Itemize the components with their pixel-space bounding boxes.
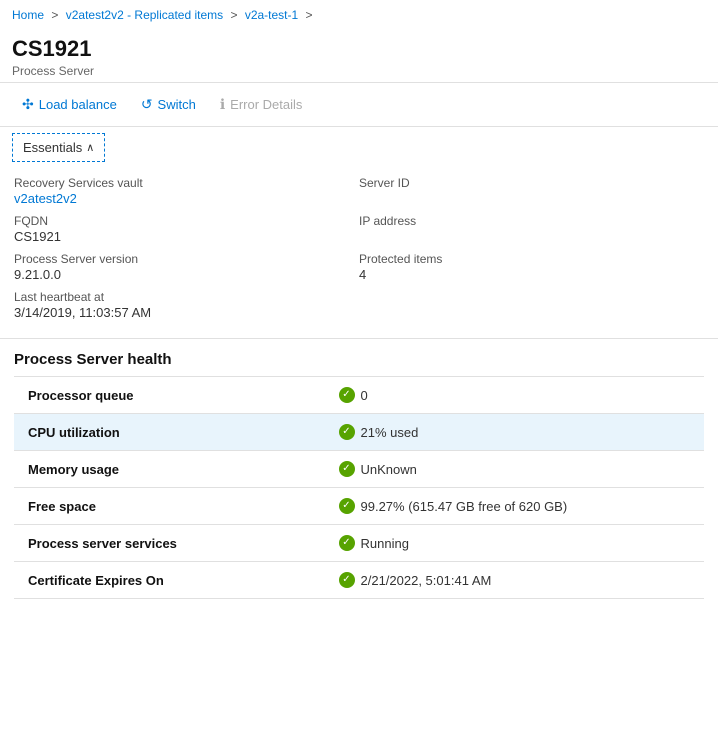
- health-row-label: Processor queue: [14, 377, 325, 414]
- essentials-fqdn-label: FQDN: [14, 214, 359, 228]
- error-details-label: Error Details: [230, 97, 302, 112]
- page-title: CS1921: [12, 36, 706, 62]
- status-ok-icon: [339, 572, 355, 588]
- health-table-row: Process server services Running: [14, 525, 704, 562]
- health-value-text: Running: [361, 536, 409, 551]
- essentials-recovery-vault-value: v2atest2v2: [14, 191, 359, 206]
- essentials-ps-version: Process Server version 9.21.0.0: [14, 248, 359, 286]
- status-ok-icon: [339, 498, 355, 514]
- switch-icon: ↺: [141, 96, 153, 113]
- essentials-ip-address: IP address: [359, 210, 704, 248]
- health-row-value: 21% used: [325, 414, 705, 451]
- health-row-label: Free space: [14, 488, 325, 525]
- status-ok-icon: [339, 461, 355, 477]
- breadcrumb-home[interactable]: Home: [12, 8, 44, 22]
- health-value-text: 0: [361, 388, 368, 403]
- essentials-protected-items: Protected items 4: [359, 248, 704, 286]
- load-balance-icon: ✣: [22, 96, 34, 113]
- essentials-last-heartbeat-value: 3/14/2019, 11:03:57 AM: [14, 305, 359, 320]
- health-value-text: 21% used: [361, 425, 419, 440]
- health-row-value: UnKnown: [325, 451, 705, 488]
- page-header: CS1921 Process Server: [0, 28, 718, 83]
- health-row-label: CPU utilization: [14, 414, 325, 451]
- health-row-label: Process server services: [14, 525, 325, 562]
- health-section: Process Server health Processor queue 0 CP…: [0, 339, 718, 599]
- health-value-text: 99.27% (615.47 GB free of 620 GB): [361, 499, 568, 514]
- essentials-fqdn: FQDN CS1921: [14, 210, 359, 248]
- essentials-fqdn-value: CS1921: [14, 229, 359, 244]
- essentials-recovery-vault-link[interactable]: v2atest2v2: [14, 191, 77, 206]
- essentials-placeholder: [359, 286, 704, 324]
- essentials-chevron-icon: ∧: [86, 141, 94, 154]
- status-ok-icon: [339, 387, 355, 403]
- essentials-tab-container: Essentials ∧: [0, 127, 718, 162]
- breadcrumb: Home > v2atest2v2 - Replicated items > v…: [0, 0, 718, 28]
- health-section-title: Process Server health: [14, 351, 704, 368]
- health-row-value: 99.27% (615.47 GB free of 620 GB): [325, 488, 705, 525]
- health-row-label: Certificate Expires On: [14, 562, 325, 599]
- health-row-value: Running: [325, 525, 705, 562]
- essentials-ps-version-label: Process Server version: [14, 252, 359, 266]
- breadcrumb-v2a-test[interactable]: v2a-test-1: [245, 8, 298, 22]
- health-table: Processor queue 0 CPU utilization 21% used M…: [14, 376, 704, 599]
- switch-label: Switch: [158, 97, 196, 112]
- health-row-value: 2/21/2022, 5:01:41 AM: [325, 562, 705, 599]
- health-table-row: Memory usage UnKnown: [14, 451, 704, 488]
- error-details-button[interactable]: ℹ Error Details: [210, 91, 313, 118]
- essentials-recovery-vault: Recovery Services vault v2atest2v2: [14, 172, 359, 210]
- switch-button[interactable]: ↺ Switch: [131, 91, 206, 118]
- health-value-text: 2/21/2022, 5:01:41 AM: [361, 573, 492, 588]
- load-balance-button[interactable]: ✣ Load balance: [12, 91, 127, 118]
- load-balance-label: Load balance: [39, 97, 117, 112]
- health-table-row: Free space 99.27% (615.47 GB free of 620 …: [14, 488, 704, 525]
- essentials-last-heartbeat: Last heartbeat at 3/14/2019, 11:03:57 AM: [14, 286, 359, 324]
- essentials-server-id-label: Server ID: [359, 176, 704, 190]
- toolbar: ✣ Load balance ↺ Switch ℹ Error Details: [0, 83, 718, 127]
- essentials-last-heartbeat-label: Last heartbeat at: [14, 290, 359, 304]
- essentials-recovery-vault-label: Recovery Services vault: [14, 176, 359, 190]
- essentials-tab[interactable]: Essentials ∧: [12, 133, 105, 162]
- breadcrumb-replicated-items[interactable]: v2atest2v2 - Replicated items: [66, 8, 223, 22]
- status-ok-icon: [339, 535, 355, 551]
- essentials-server-id: Server ID: [359, 172, 704, 210]
- health-table-row: Processor queue 0: [14, 377, 704, 414]
- error-details-icon: ℹ: [220, 96, 225, 113]
- essentials-tab-label: Essentials: [23, 140, 82, 155]
- health-value-text: UnKnown: [361, 462, 417, 477]
- health-table-row: Certificate Expires On 2/21/2022, 5:01:41…: [14, 562, 704, 599]
- essentials-protected-items-label: Protected items: [359, 252, 704, 266]
- health-row-value: 0: [325, 377, 705, 414]
- page-subtitle: Process Server: [12, 64, 706, 78]
- essentials-grid: Recovery Services vault v2atest2v2 Serve…: [0, 162, 718, 339]
- essentials-ip-address-label: IP address: [359, 214, 704, 228]
- essentials-protected-items-value: 4: [359, 267, 704, 282]
- essentials-ps-version-value: 9.21.0.0: [14, 267, 359, 282]
- status-ok-icon: [339, 424, 355, 440]
- health-row-label: Memory usage: [14, 451, 325, 488]
- health-table-row: CPU utilization 21% used: [14, 414, 704, 451]
